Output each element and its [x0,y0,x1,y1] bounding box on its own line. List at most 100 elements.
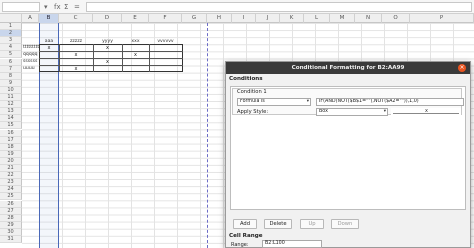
delete-button[interactable]: Delete [264,219,292,229]
style-value: Box [319,109,328,114]
row-header-15[interactable]: 15 [0,122,22,130]
cell-mark[interactable]: x [72,52,80,58]
column-header-f[interactable]: F [149,14,182,23]
row-header-20[interactable]: 20 [0,157,22,165]
row-header-11[interactable]: 11 [0,94,22,102]
condition-label: Condition 1 [237,89,267,95]
column-header-i[interactable]: I [232,14,256,23]
name-box[interactable] [2,2,40,12]
table-gridline [39,51,183,53]
row-header-9[interactable]: 9 [0,79,22,87]
row-header-29[interactable]: 29 [0,221,22,229]
page-break-line [207,23,208,248]
apply-style-label: Apply Style: [237,109,269,115]
cell-mark[interactable]: x [45,45,53,51]
table-gridline [149,44,150,73]
up-button[interactable]: Up [300,219,324,229]
equals-icon[interactable]: = [74,1,80,13]
row-header-18[interactable]: 18 [0,143,22,151]
formula-bar: ▾ fx Σ = [0,0,474,14]
column-header-d[interactable]: D [93,14,122,23]
row-label-cell[interactable]: ttttttttt [23,44,39,51]
condition-type-select[interactable]: Formula is ▾ [237,98,311,106]
select-all-corner[interactable] [0,14,22,23]
row-header-1[interactable]: 1 [0,23,22,31]
table-gridline [122,44,123,73]
row-header-10[interactable]: 10 [0,86,22,94]
row-header-30[interactable]: 30 [0,228,22,236]
column-header-l[interactable]: L [304,14,330,23]
add-button[interactable]: Add [233,219,257,229]
row-header-23[interactable]: 23 [0,179,22,187]
row-header-31[interactable]: 31 [0,236,22,244]
row-header-3[interactable]: 3 [0,37,22,45]
sum-icon[interactable]: Σ [64,1,68,13]
table-gridline [59,44,60,73]
preview-mark: x [425,108,428,114]
function-wizard-icon[interactable]: fx [54,1,61,13]
style-preview: x [391,108,461,116]
row-label-cell[interactable]: ssssss [23,58,39,65]
row-header-6[interactable]: 6 [0,58,22,66]
cell-mark[interactable]: x [132,52,140,58]
column-heading-cell[interactable]: zzzzz [59,38,93,45]
conditions-list: Condition 1 Formula is ▾ IF(AND(NOT($B$1… [230,86,466,210]
cell-mark[interactable]: x [104,45,112,51]
column-heading-cell[interactable]: vvvvvv [149,38,182,45]
conditional-formatting-dialog: Conditional Formatting for B2:AA99 × Con… [225,61,471,248]
row-header-27[interactable]: 27 [0,207,22,215]
column-header-p[interactable]: P [410,14,474,23]
cell-range-label: Cell Range [229,233,263,239]
cell-mark[interactable]: x [104,59,112,65]
row-header-4[interactable]: 4 [0,44,22,52]
column-header-h[interactable]: H [207,14,232,23]
row-header-5[interactable]: 5 [0,51,22,59]
dialog-title: Conditional Formatting for B2:AA99 [291,65,405,71]
row-label-cell[interactable]: qqqqq [23,51,39,58]
row-header-22[interactable]: 22 [0,172,22,180]
row-header-13[interactable]: 13 [0,108,22,116]
chevron-down-icon: ▾ [383,109,386,114]
close-icon[interactable]: × [458,64,466,72]
table-gridline [93,44,94,73]
style-select[interactable]: Box ▾ [316,108,388,116]
row-header-2[interactable]: 2 [0,30,22,38]
column-header-c[interactable]: C [59,14,93,23]
column-header-a[interactable]: A [22,14,39,23]
column-header-j[interactable]: J [256,14,280,23]
column-header-n[interactable]: N [355,14,382,23]
down-button[interactable]: Down [331,219,359,229]
row-label-cell[interactable]: uuuu [23,65,39,72]
row-header-8[interactable]: 8 [0,72,22,80]
chevron-down-icon[interactable]: ▾ [44,1,48,13]
row-header-14[interactable]: 14 [0,115,22,123]
column-header-row: ABCDEFGHIJKLMNOP [0,14,474,23]
row-header-24[interactable]: 24 [0,186,22,194]
row-header-25[interactable]: 25 [0,193,22,201]
column-header-o[interactable]: O [382,14,410,23]
row-header-19[interactable]: 19 [0,150,22,158]
table-gridline [39,65,183,67]
row-header-28[interactable]: 28 [0,214,22,222]
conditions-label: Conditions [229,76,263,82]
column-header-b[interactable]: B [39,14,59,23]
formula-field[interactable]: IF(AND(NOT($B$1=""),NOT($A2="")),1,0) [316,98,464,106]
row-header-26[interactable]: 26 [0,200,22,208]
column-header-m[interactable]: M [330,14,355,23]
row-header-7[interactable]: 7 [0,65,22,73]
row-header-16[interactable]: 16 [0,129,22,137]
chevron-down-icon: ▾ [306,99,309,104]
column-header-g[interactable]: G [182,14,207,23]
row-header-12[interactable]: 12 [0,101,22,109]
column-header-e[interactable]: E [122,14,149,23]
condition-type-value: Formula is [240,99,265,104]
column-header-k[interactable]: K [280,14,304,23]
range-field[interactable]: B2:L100 [262,240,322,248]
dialog-titlebar[interactable]: Conditional Formatting for B2:AA99 × [226,62,470,74]
formula-input[interactable] [86,2,472,12]
row-header-17[interactable]: 17 [0,136,22,144]
column-heading-cell[interactable]: xxx [122,38,149,45]
row-header-21[interactable]: 21 [0,165,22,173]
cell-mark[interactable]: x [72,66,80,72]
range-label: Range: [231,242,249,248]
